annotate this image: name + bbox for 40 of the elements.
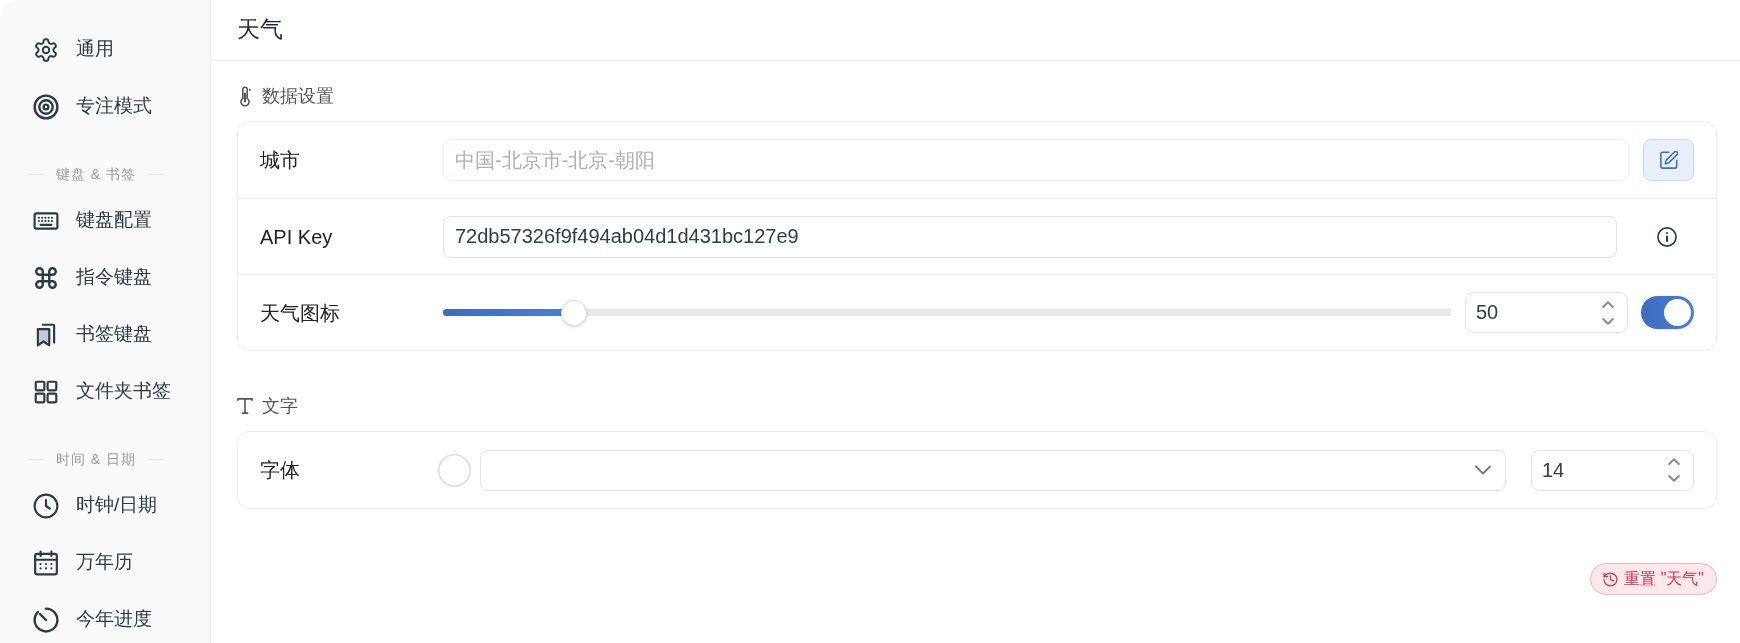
color-swatch-icon[interactable] [438, 453, 471, 487]
edit-icon [1659, 151, 1678, 169]
sidebar-item[interactable]: 专注模式 [0, 78, 210, 135]
sidebar-item[interactable]: 万年历 [0, 534, 210, 591]
sidebar-item[interactable]: 文件夹书签 [0, 363, 210, 420]
gear-icon [33, 36, 59, 63]
section-title: 数据设置 [262, 84, 334, 108]
section-title: 文字 [262, 394, 298, 418]
sidebar-section-heading: 时间 & 日期 [55, 449, 137, 469]
number-field[interactable]: 50 [1465, 292, 1628, 333]
edit-button[interactable] [1643, 139, 1694, 181]
history-icon [1603, 571, 1619, 587]
target-icon [33, 93, 59, 120]
calendar-icon [33, 549, 59, 576]
stepper-icon[interactable] [1668, 457, 1680, 483]
sidebar-item[interactable]: 通用 [0, 21, 210, 78]
sidebar-section-heading: 键盘 & 书签 [55, 164, 137, 184]
toggle-switch[interactable] [1641, 296, 1694, 329]
sidebar-item[interactable]: 今年进度 [0, 591, 210, 643]
page-title: 天气 [237, 16, 283, 44]
sidebar-item[interactable]: 时钟/日期 [0, 477, 210, 534]
sidebar-item[interactable]: 书签键盘 [0, 306, 210, 363]
thermometer-icon [237, 85, 253, 107]
clock-icon [33, 492, 59, 519]
text-icon [237, 395, 253, 417]
sidebar-item[interactable]: 指令键盘 [0, 249, 210, 306]
field-label: API Key [260, 224, 334, 250]
number-field[interactable]: 14 [1531, 449, 1694, 491]
api-key-field[interactable]: 72db57326f9f494ab04d1d431bc127e9 [443, 215, 1617, 258]
field-label: 城市 [260, 148, 301, 173]
sidebar-item[interactable]: 键盘配置 [0, 192, 210, 249]
field-label: 天气图标 [260, 300, 341, 326]
info-icon[interactable] [1656, 226, 1677, 247]
field-label: 字体 [260, 458, 301, 483]
stepper-icon[interactable] [1602, 299, 1614, 326]
slider-thumb[interactable] [560, 299, 587, 326]
progress-ring-icon [33, 606, 59, 633]
grid-icon [33, 378, 59, 405]
command-icon [33, 264, 59, 291]
reset-button[interactable]: 重置 "天气" [1590, 563, 1717, 595]
